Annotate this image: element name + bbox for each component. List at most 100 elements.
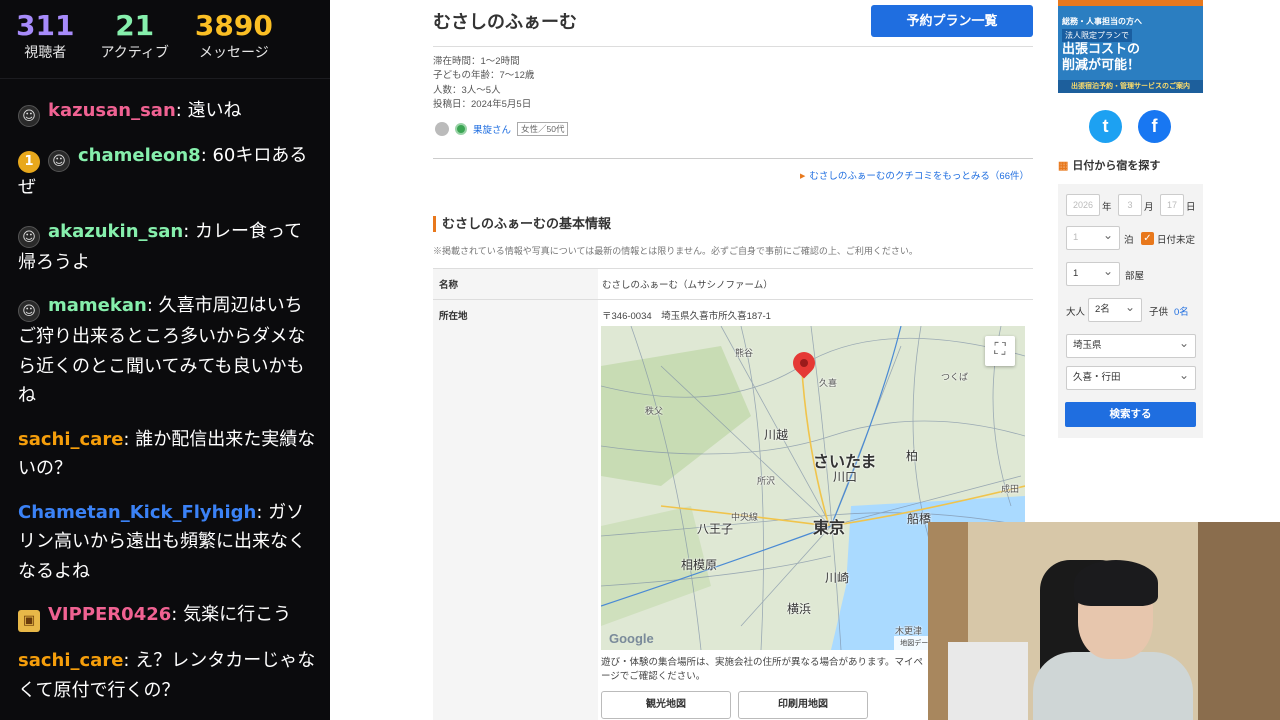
adults-label: 大人 xyxy=(1066,307,1086,318)
row-label: 所在地 xyxy=(433,300,598,720)
stat-messages-label: メッセージ xyxy=(199,45,269,61)
tourist-map-button[interactable]: 観光地図 xyxy=(601,691,731,719)
ad-headline: 出張コストの削減が可能！ xyxy=(1062,41,1141,72)
year-input[interactable]: 2026 xyxy=(1066,194,1100,216)
fullscreen-icon[interactable]: ⛶ xyxy=(985,336,1015,366)
date-undecided-checkbox[interactable]: ✓ xyxy=(1141,232,1154,245)
ad-heading: 総務・人事担当の方へ xyxy=(1062,17,1142,26)
map-label: 川崎 xyxy=(825,571,850,585)
area-select[interactable]: 久喜・行田 xyxy=(1066,364,1196,390)
chat-message: Chametan_Kick_Flyhigh: ガソリン高いから遠出も頻繁に出来な… xyxy=(18,501,306,582)
ad-footer: 出張宿泊予約・管理サービスのご案内 xyxy=(1058,80,1203,93)
map-label: 相模原 xyxy=(681,558,718,572)
cam-person-hair xyxy=(1074,560,1158,606)
map-label: 柏 xyxy=(906,449,919,463)
map-label: 東京 xyxy=(813,520,846,537)
rooms-select[interactable]: 1 xyxy=(1066,260,1120,286)
stat-messages: 3890 メッセージ xyxy=(195,10,273,62)
review-stay-time: 滞在時間：1〜2時間 xyxy=(433,56,520,67)
reviewer-tag: 女性／50代 xyxy=(517,122,569,136)
map-label: つくば xyxy=(941,372,969,382)
chat-username: chameleon8 xyxy=(78,145,201,166)
chat-message: sachi_care: え？レンタカーじゃなくて原付で行くの？ xyxy=(18,650,316,701)
plan-list-button[interactable]: 予約プラン一覧 xyxy=(871,5,1033,37)
person-icon xyxy=(435,122,449,136)
chat-message: 1 ☺ chameleon8: 60キロあるぜ xyxy=(18,145,308,198)
row-label: 名称 xyxy=(433,269,598,299)
prefecture-select[interactable]: 埼玉県 xyxy=(1066,332,1196,358)
chat-username: akazukin_san xyxy=(48,220,184,242)
nights-select[interactable]: 1 xyxy=(1066,224,1120,250)
map-label: 川越 xyxy=(764,428,789,442)
table-row: 名称 むさしのふぁーむ（ムサシノファーム） xyxy=(433,268,1033,299)
month-input[interactable]: 3 xyxy=(1118,194,1142,216)
chat-message: ☺ akazukin_san: カレー食って帰ろうよ xyxy=(18,220,303,273)
map-label: 中央線 xyxy=(731,512,759,522)
webcam-overlay xyxy=(928,522,1280,720)
section-note: ※掲載されている情報や写真については最新の情報とは限りません。必ずご自身で事前に… xyxy=(433,246,918,256)
cam-person-body xyxy=(1033,652,1193,720)
section-title: むさしのふぁーむの基本情報 xyxy=(433,216,611,232)
chat-panel: 311 視聴者 21 アクティブ 3890 メッセージ ☺ kazusan_san… xyxy=(0,0,330,720)
stat-active-value: 21 xyxy=(115,9,155,42)
day-input[interactable]: 17 xyxy=(1160,194,1184,216)
review-divider xyxy=(433,158,1033,159)
date-undecided-label: 日付未定 xyxy=(1157,235,1196,246)
map-label: 横浜 xyxy=(787,602,812,616)
children-label: 子供 xyxy=(1149,307,1169,318)
review-party-size: 人数：3人〜5人 xyxy=(433,85,501,96)
month-label: 月 xyxy=(1144,202,1154,213)
adults-select[interactable]: 2名 xyxy=(1088,296,1142,322)
chat-message: ☺ kazusan_san: 遠いね xyxy=(18,96,318,127)
map-label: 所沢 xyxy=(757,476,776,486)
cam-desk xyxy=(948,642,1028,720)
row-value: むさしのふぁーむ（ムサシノファーム） xyxy=(602,280,773,291)
stat-viewers: 311 視聴者 xyxy=(16,10,74,62)
badge-icon xyxy=(455,123,467,135)
chat-messages: ☺ kazusan_san: 遠いね 1 ☺ chameleon8: 60キロあるぜ … xyxy=(18,96,318,719)
chat-text: 遠いね xyxy=(187,100,242,121)
map-label: 熊谷 xyxy=(735,348,754,358)
chat-username: Chametan_Kick_Flyhigh xyxy=(18,501,257,523)
review-child-age: 子どもの年齢：7〜12歳 xyxy=(433,70,535,81)
gift-icon: ▣ xyxy=(18,610,40,632)
day-label: 日 xyxy=(1186,202,1196,213)
children-count-link[interactable]: 0名 xyxy=(1174,304,1189,318)
page-title: むさしのふぁーむ xyxy=(433,12,577,32)
user-avatar-icon: ☺ xyxy=(18,225,40,248)
map-label: 秩父 xyxy=(645,406,664,416)
stat-viewers-value: 311 xyxy=(16,9,75,42)
reviewer: 果旋さん 女性／50代 xyxy=(435,122,569,136)
facebook-icon[interactable]: f xyxy=(1138,110,1171,143)
date-search-title: 日付から宿を探す xyxy=(1058,157,1160,173)
user-avatar-icon: ☺ xyxy=(48,150,70,172)
reviewer-name-link[interactable]: 果旋さん xyxy=(473,122,511,136)
user-avatar-icon: ☺ xyxy=(18,105,40,127)
business-travel-ad[interactable]: 総務・人事担当の方へ 法人限定プランで 出張コストの削減が可能！ 出張宿泊予約・… xyxy=(1058,0,1203,93)
chat-username: sachi_care xyxy=(18,428,124,450)
chat-text: 気楽に行こう xyxy=(183,604,292,625)
stat-active: 21 アクティブ xyxy=(100,10,168,62)
chat-username: kazusan_san xyxy=(48,100,176,121)
stats-divider xyxy=(0,78,330,79)
map-note: 遊び・体験の集合場所は、実施会社の住所が異なる場合があります。マイページでご確認… xyxy=(601,657,924,682)
ad-top-strip xyxy=(1058,0,1203,6)
review-post-date: 投稿日：2024年5月5日 xyxy=(433,99,532,110)
stream-stats: 311 視聴者 21 アクティブ 3890 メッセージ xyxy=(0,0,330,62)
map-label: 八王子 xyxy=(697,522,734,536)
more-reviews-link[interactable]: むさしのふぁーむのクチコミをもっとみる（66件） xyxy=(800,168,1029,182)
chat-username: mamekan xyxy=(48,295,147,316)
search-button[interactable]: 検索する xyxy=(1065,402,1196,427)
chat-message: sachi_care: 誰か配信出来た実績ないの？ xyxy=(18,428,316,480)
twitter-icon[interactable]: t xyxy=(1089,110,1122,143)
rooms-label: 部屋 xyxy=(1125,271,1145,282)
user-avatar-icon: ☺ xyxy=(18,300,40,322)
chat-username: sachi_care xyxy=(18,650,124,671)
print-map-button[interactable]: 印刷用地図 xyxy=(738,691,868,719)
map-label: 成田 xyxy=(1001,484,1020,494)
stat-viewers-label: 視聴者 xyxy=(24,45,67,61)
cam-shelf xyxy=(1198,522,1280,720)
hotel-search-form: 2026 年 3 月 17 日 1 泊 ✓ 日付未定 1 部屋 大人 2名 子供… xyxy=(1058,184,1203,438)
map-label: 久喜 xyxy=(819,378,838,388)
header-divider xyxy=(433,46,1033,47)
